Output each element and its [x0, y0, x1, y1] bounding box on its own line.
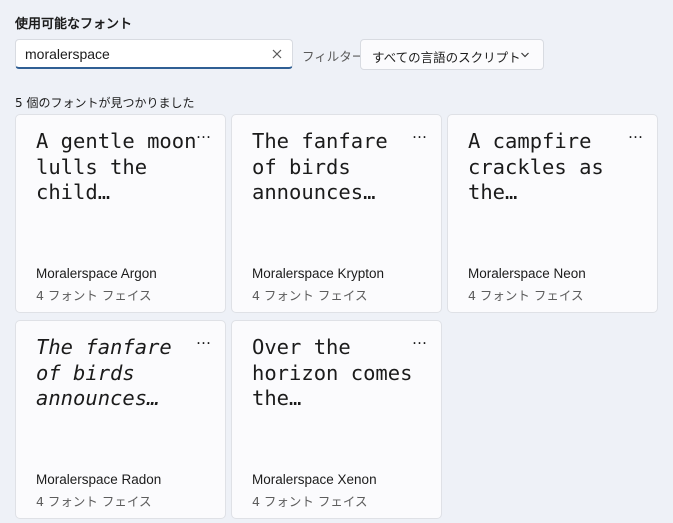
- font-family-name: Moralerspace Radon: [36, 472, 162, 487]
- more-options-button[interactable]: …: [409, 126, 431, 141]
- result-count: 5 個のフォントが見つかりました: [15, 96, 195, 110]
- available-fonts-title: 使用可能なフォント: [15, 17, 133, 32]
- font-family-name: Moralerspace Xenon: [252, 472, 377, 487]
- close-icon[interactable]: [270, 47, 284, 61]
- font-preview-text: A gentle moon lulls the child…: [36, 129, 197, 204]
- more-options-button[interactable]: …: [193, 126, 215, 141]
- font-preview-text: Over the horizon comes the…: [252, 335, 413, 410]
- font-preview-text: The fanfare of birds announces…: [36, 335, 172, 410]
- font-face-count: 4 フォント フェイス: [252, 494, 368, 509]
- font-face-count: 4 フォント フェイス: [252, 288, 368, 303]
- font-family-name: Moralerspace Neon: [468, 266, 586, 281]
- font-card-argon[interactable]: A gentle moon lulls the child… … Moraler…: [15, 114, 226, 313]
- font-preview-text: A campfire crackles as the…: [468, 129, 604, 204]
- more-options-button[interactable]: …: [625, 126, 647, 141]
- font-card-radon[interactable]: The fanfare of birds announces… … Morale…: [15, 320, 226, 519]
- font-card-xenon[interactable]: Over the horizon comes the… … Moralerspa…: [231, 320, 442, 519]
- font-face-count: 4 フォント フェイス: [468, 288, 584, 303]
- more-options-button[interactable]: …: [193, 332, 215, 347]
- font-face-count: 4 フォント フェイス: [36, 494, 152, 509]
- font-card-neon[interactable]: A campfire crackles as the… … Moralerspa…: [447, 114, 658, 313]
- more-options-button[interactable]: …: [409, 332, 431, 347]
- font-family-name: Moralerspace Krypton: [252, 266, 385, 281]
- script-filter-value: すべての言語のスクリプト: [372, 50, 521, 65]
- font-card-krypton[interactable]: The fanfare of birds announces… … Morale…: [231, 114, 442, 313]
- font-search-input[interactable]: [25, 40, 265, 68]
- filter-label: フィルター:: [302, 49, 369, 64]
- font-search-box[interactable]: [15, 39, 293, 69]
- font-face-count: 4 フォント フェイス: [36, 288, 152, 303]
- script-filter-dropdown[interactable]: すべての言語のスクリプト: [360, 39, 544, 70]
- font-family-name: Moralerspace Argon: [36, 266, 157, 281]
- font-preview-text: The fanfare of birds announces…: [252, 129, 388, 204]
- chevron-down-icon: [521, 52, 529, 58]
